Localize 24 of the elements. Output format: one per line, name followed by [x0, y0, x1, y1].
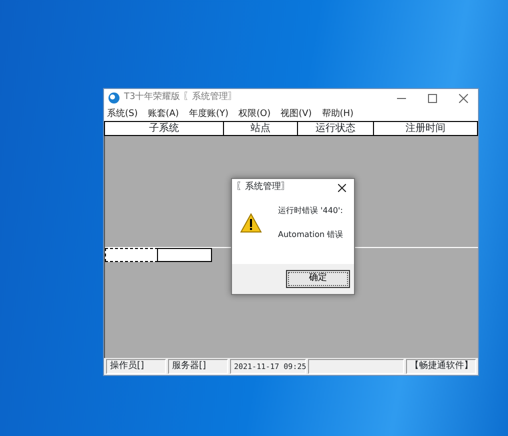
- maximize-icon[interactable]: [428, 94, 437, 102]
- close-icon[interactable]: [338, 184, 346, 192]
- grid-cell[interactable]: [157, 248, 212, 262]
- warning-icon: [240, 213, 262, 233]
- menu-item[interactable]: 帮助(H): [322, 107, 354, 121]
- menu-item[interactable]: 视图(V): [280, 107, 312, 121]
- message-text: Automation 错误: [278, 229, 344, 241]
- window-title: T3十年荣耀版 〖系统管理〗: [124, 91, 238, 104]
- status-field: 操作员[]: [106, 359, 166, 374]
- column-header[interactable]: 子系统: [105, 122, 224, 135]
- dialog-title: 〖系统管理〗: [236, 181, 290, 194]
- ok-button[interactable]: 确定: [286, 270, 350, 288]
- grid-cell[interactable]: [105, 248, 158, 262]
- menu-item[interactable]: 年度账(Y): [188, 107, 228, 121]
- menu-item[interactable]: 系统(S): [107, 107, 138, 121]
- app-icon: [108, 92, 120, 104]
- menu-item[interactable]: 权限(O): [238, 107, 271, 121]
- status-field: 【畅捷通软件】: [406, 359, 476, 374]
- column-header[interactable]: 注册时间: [374, 122, 477, 135]
- message-text: 运行时错误 '440':: [278, 205, 344, 217]
- column-header[interactable]: 站点: [224, 122, 298, 135]
- column-header[interactable]: 运行状态: [298, 122, 374, 135]
- menu-item[interactable]: 账套(A): [148, 107, 179, 121]
- status-field: 服务器[]: [168, 359, 228, 374]
